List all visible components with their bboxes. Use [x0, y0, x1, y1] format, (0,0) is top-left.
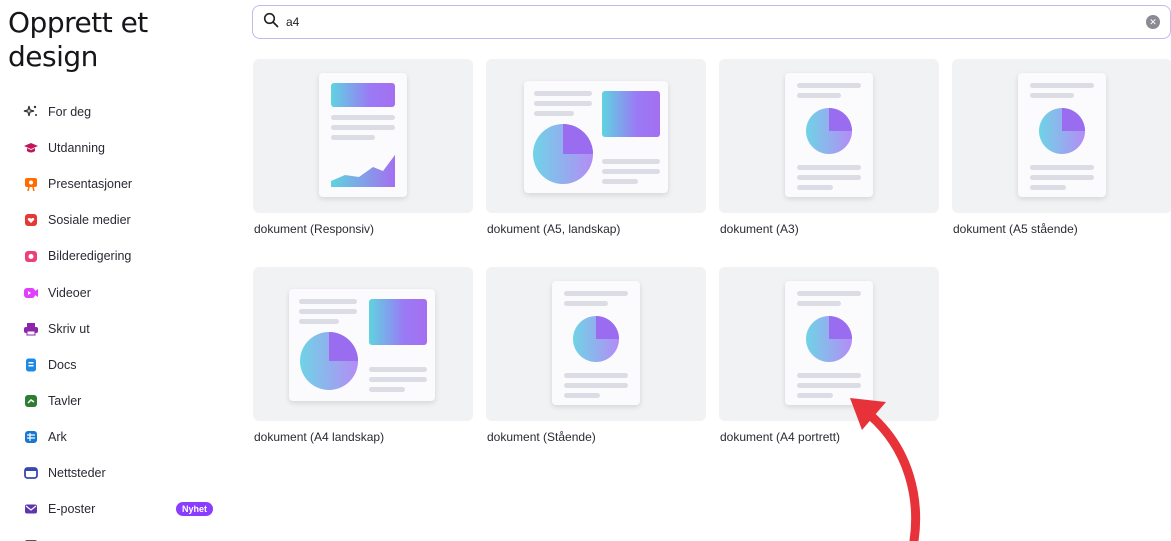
sidebar-item-bilderedigering[interactable]: Bilderedigering	[0, 238, 240, 274]
sidebar-item-label: Presentasjoner	[48, 177, 133, 192]
presentation-icon	[23, 176, 39, 192]
pie-graphic	[300, 332, 358, 390]
video-icon	[23, 285, 39, 301]
sheet-icon	[23, 429, 39, 445]
whiteboard-icon	[23, 393, 39, 409]
sidebar-item-skriv-ut[interactable]: Skriv ut	[0, 311, 240, 347]
document-preview	[785, 281, 873, 405]
website-icon	[23, 465, 39, 481]
red-arrow-icon	[850, 398, 921, 541]
template-thumbnail	[719, 59, 939, 213]
area-graphic	[331, 155, 395, 187]
sidebar-item-label: Tavler	[48, 393, 82, 408]
sidebar-item-videoer[interactable]: Videoer	[0, 274, 240, 310]
clear-search-icon[interactable]: ✕	[1146, 15, 1160, 29]
printer-icon	[23, 321, 39, 337]
template-label: dokument (A4 portrett)	[720, 430, 841, 444]
document-preview	[1018, 73, 1106, 197]
sidebar-item-label: Docs	[48, 357, 77, 372]
graduation-cap-icon	[23, 140, 39, 156]
sidebar: Opprett et design For deg Utdanning Pres…	[0, 0, 240, 541]
document-preview	[319, 73, 407, 197]
sidebar-item-ark[interactable]: Ark	[0, 419, 240, 455]
sidebar-item-e-poster[interactable]: E-poster Nyhet	[0, 491, 240, 527]
template-card-a4-landskap[interactable]: dokument (A4 landskap)	[253, 267, 473, 444]
sidebar-item-label: Skriv ut	[48, 321, 90, 336]
sidebar-item-presentasjoner[interactable]: Presentasjoner	[0, 166, 240, 202]
template-card-responsiv[interactable]: dokument (Responsiv)	[253, 59, 473, 236]
sidebar-item-docs[interactable]: Docs	[0, 347, 240, 383]
category-nav: For deg Utdanning Presentasjoner Sosiale…	[0, 94, 240, 541]
sidebar-item-label: E-poster	[48, 502, 96, 517]
image-placeholder	[602, 91, 660, 137]
template-label: dokument (Stående)	[487, 430, 596, 444]
header-image	[331, 83, 395, 107]
sidebar-item-label: For deg	[48, 105, 92, 120]
image-placeholder	[369, 299, 427, 345]
search-icon	[263, 12, 279, 33]
template-label: dokument (A5 stående)	[953, 222, 1078, 236]
template-label: dokument (A3)	[720, 222, 799, 236]
document-preview	[785, 73, 873, 197]
page-title: Opprett et design	[8, 6, 148, 73]
document-preview	[552, 281, 640, 405]
heart-icon	[23, 212, 39, 228]
pie-graphic	[1039, 108, 1085, 154]
sidebar-item-tavler[interactable]: Tavler	[0, 383, 240, 419]
template-thumbnail	[253, 59, 473, 213]
docs-icon	[23, 357, 39, 373]
sidebar-item-label: Videoer	[48, 285, 91, 300]
template-card-staende[interactable]: dokument (Stående)	[486, 267, 706, 444]
template-card-a5-staende[interactable]: dokument (A5 stående)	[952, 59, 1171, 236]
new-badge: Nyhet	[176, 502, 214, 517]
sidebar-item-utdanning[interactable]: Utdanning	[0, 130, 240, 166]
pie-graphic	[573, 316, 619, 362]
sidebar-item-label: Nettsteder	[48, 465, 106, 480]
template-card-a3[interactable]: dokument (A3)	[719, 59, 939, 236]
sidebar-item-partial[interactable]	[0, 527, 240, 541]
template-label: dokument (A5, landskap)	[487, 222, 621, 236]
template-thumbnail	[486, 59, 706, 213]
document-preview	[289, 289, 435, 401]
email-icon	[23, 501, 39, 517]
sparkle-icon	[23, 104, 39, 120]
sidebar-item-nettsteder[interactable]: Nettsteder	[0, 455, 240, 491]
pie-graphic	[806, 316, 852, 362]
template-thumbnail	[486, 267, 706, 421]
pie-graphic	[533, 124, 593, 184]
sidebar-item-label: Bilderedigering	[48, 249, 132, 264]
pie-graphic	[806, 108, 852, 154]
template-thumbnail	[253, 267, 473, 421]
search-input[interactable]: a4	[286, 15, 1170, 29]
template-label: dokument (Responsiv)	[254, 222, 375, 236]
sidebar-item-label: Utdanning	[48, 141, 105, 156]
camera-icon	[23, 248, 39, 264]
sidebar-item-for-deg[interactable]: For deg	[0, 94, 240, 130]
search-bar[interactable]: a4 ✕	[252, 5, 1171, 39]
sidebar-item-label: Sosiale medier	[48, 213, 131, 228]
sidebar-item-label: Ark	[48, 429, 67, 444]
calendar-icon	[23, 537, 39, 541]
template-thumbnail	[952, 59, 1171, 213]
template-card-a5-landskap[interactable]: dokument (A5, landskap)	[486, 59, 706, 236]
document-preview	[524, 81, 668, 193]
sidebar-item-sosiale-medier[interactable]: Sosiale medier	[0, 202, 240, 238]
template-label: dokument (A4 landskap)	[254, 430, 385, 444]
